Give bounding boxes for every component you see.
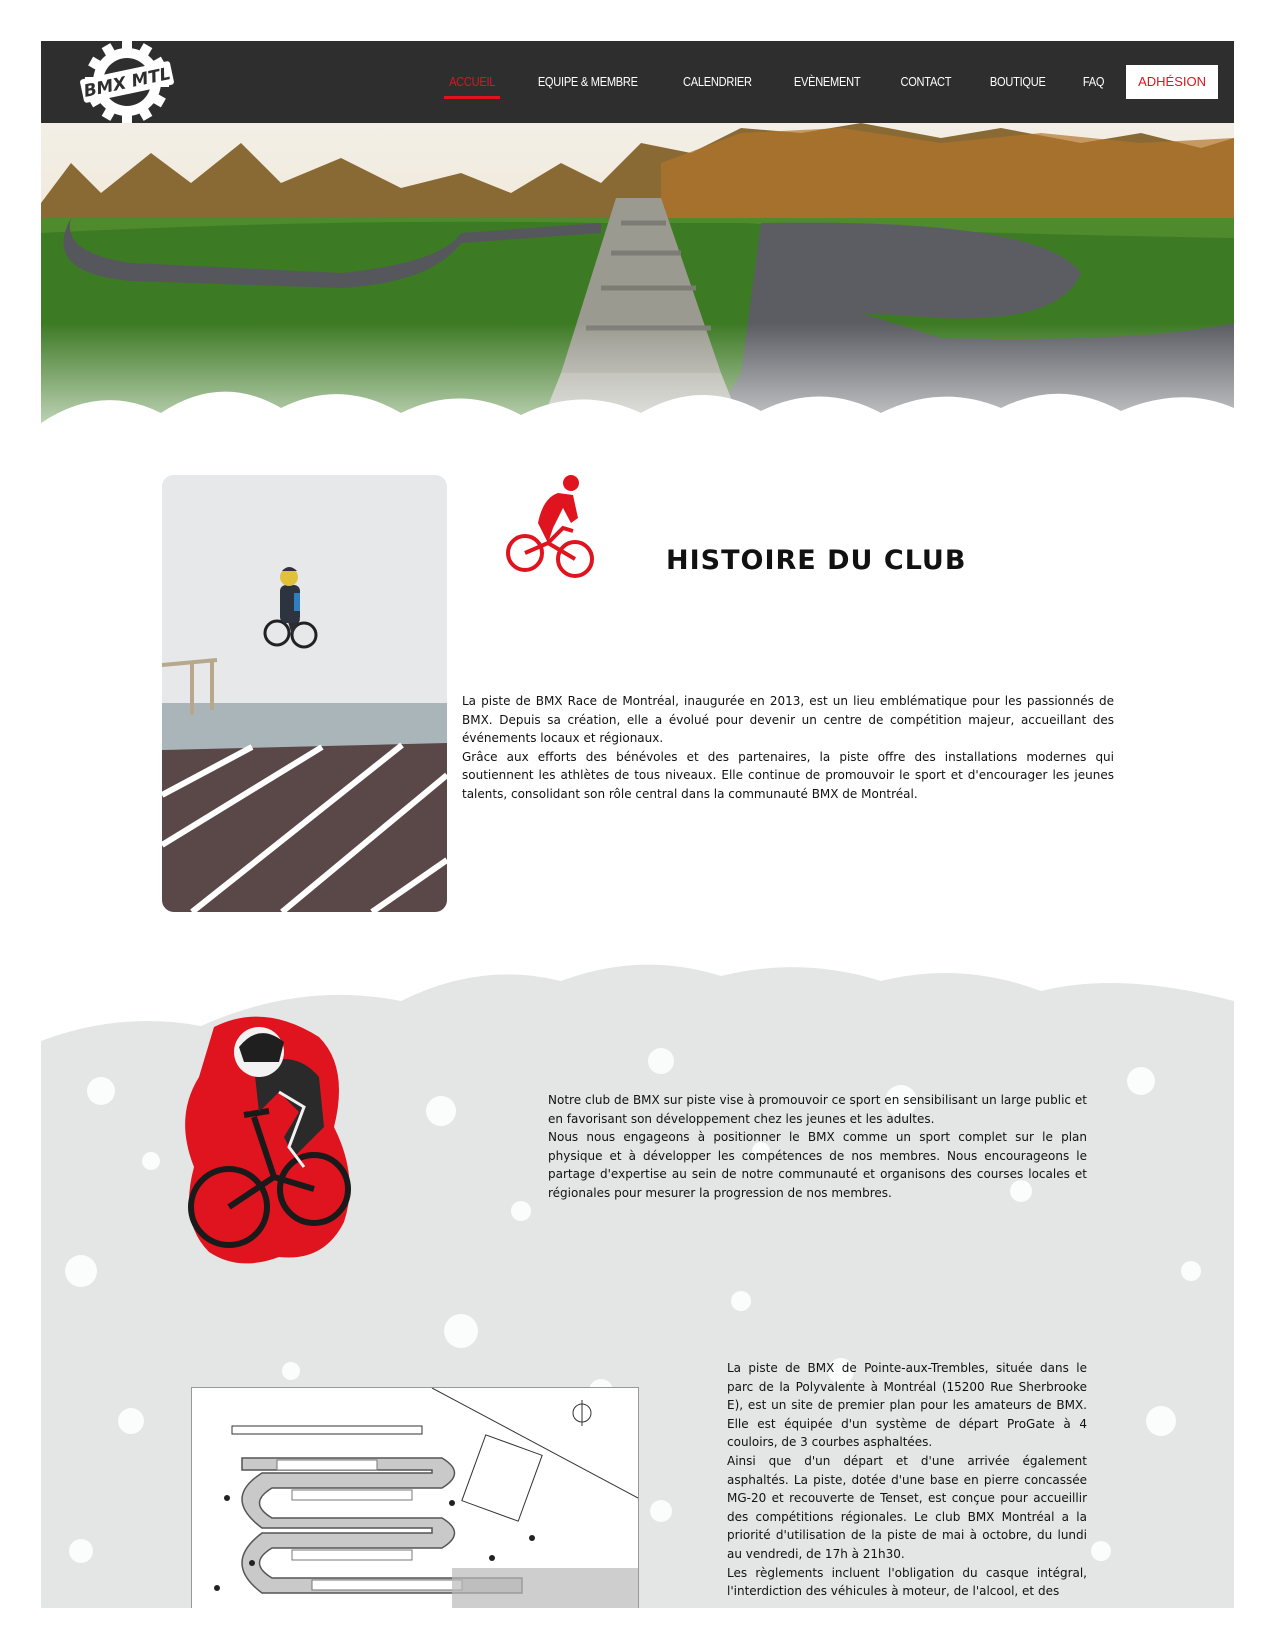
bmx-mtl-logo[interactable]: BMX MTL — [79, 41, 175, 123]
track-plan-drawing — [191, 1387, 639, 1608]
history-paragraph-2: Grâce aux efforts des bénévoles et des p… — [462, 749, 1114, 801]
site-header: BMX MTL ACCUEIL EQUIPE & MEMBRE CALENDRI… — [41, 41, 1234, 123]
history-title: HISTOIRE DU CLUB — [666, 545, 967, 576]
history-paragraph-1: La piste de BMX Race de Montréal, inaugu… — [462, 694, 1114, 746]
page-frame: BMX MTL ACCUEIL EQUIPE & MEMBRE CALENDRI… — [41, 41, 1234, 1608]
track-paragraph-2: Ainsi que d'un départ et d'une arrivée é… — [727, 1453, 1087, 1561]
rider-photo — [162, 475, 447, 912]
nav-faq[interactable]: FAQ — [1083, 65, 1105, 99]
nav-evenement[interactable]: EVÈNEMENT — [793, 65, 860, 99]
main-nav: ACCUEIL EQUIPE & MEMBRE CALENDRIER EVÈNE… — [415, 41, 1218, 123]
adhesion-button[interactable]: ADHÉSION — [1126, 65, 1218, 99]
mission-paragraph-1: Notre club de BMX sur piste vise à promo… — [548, 1093, 1087, 1126]
mission-text: Notre club de BMX sur piste vise à promo… — [548, 1091, 1087, 1203]
nav-boutique[interactable]: BOUTIQUE — [990, 65, 1046, 99]
nav-equipe-membre[interactable]: EQUIPE & MEMBRE — [538, 65, 638, 99]
bmx-rider-illustration — [185, 1016, 351, 1264]
track-paragraph-3: Les règlements incluent l'obligation du … — [727, 1565, 1087, 1599]
nav-contact[interactable]: CONTACT — [900, 65, 951, 99]
track-paragraph-1: La piste de BMX de Pointe-aux-Trembles, … — [727, 1361, 1087, 1450]
mission-paragraph-2: Nous nous engageons à positionner le BMX… — [548, 1130, 1087, 1200]
hero-track-photo — [41, 123, 1234, 475]
nav-calendrier[interactable]: CALENDRIER — [683, 65, 752, 99]
history-text: La piste de BMX Race de Montréal, inaugu… — [462, 692, 1114, 804]
nav-accueil[interactable]: ACCUEIL — [443, 65, 501, 99]
bmx-rider-icon — [506, 475, 594, 578]
track-text: La piste de BMX de Pointe-aux-Trembles, … — [727, 1359, 1087, 1601]
